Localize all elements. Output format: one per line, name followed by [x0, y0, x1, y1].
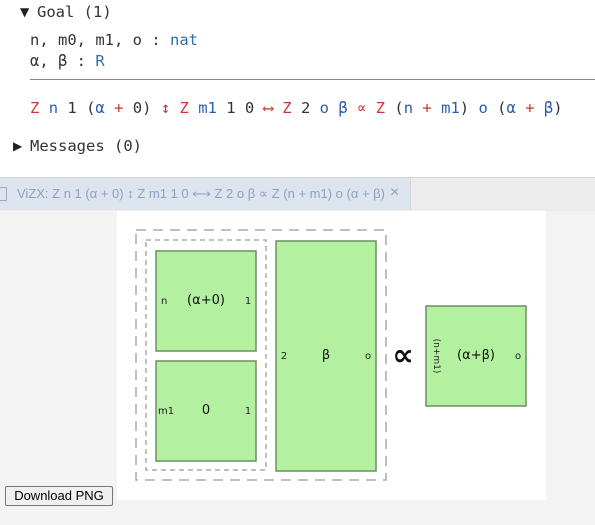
statement-token: )	[459, 99, 470, 117]
statement-token: +	[525, 99, 535, 117]
node-1-output-label: 1	[245, 296, 251, 307]
statement-token: α	[95, 99, 105, 117]
hypothesis-nat: n, m0, m1, o : nat	[30, 30, 198, 50]
statement-token	[535, 99, 544, 117]
statement-token: o	[478, 99, 488, 117]
node-2-output-label: 1	[245, 406, 251, 417]
goal-header[interactable]: Goal (1)	[37, 2, 112, 22]
statement-token	[123, 99, 132, 117]
file-icon	[0, 187, 7, 201]
statement-token	[273, 99, 282, 117]
statement-token	[329, 99, 338, 117]
statement-token: (	[394, 99, 404, 117]
statement-token: ⟷	[263, 99, 273, 117]
proportional-symbol: ∝	[392, 338, 413, 373]
statement-token	[217, 99, 226, 117]
expand-triangle-icon[interactable]: ▶	[13, 139, 22, 153]
statement-token	[189, 99, 198, 117]
node-4-phase: (α+β)	[457, 348, 495, 363]
statement-token	[58, 99, 67, 117]
statement-token: 0	[132, 99, 143, 117]
node-1-input-label: n	[161, 296, 167, 307]
statement-token: o	[319, 99, 329, 117]
hypothesis-names: α, β	[30, 52, 68, 70]
tab-bar: ViZX: Z n 1 (α + 0) ↕ Z m1 1 0 ⟷ Z 2 o β…	[0, 177, 595, 211]
statement-token: )	[553, 99, 563, 117]
statement-token	[151, 99, 160, 117]
download-png-button[interactable]: Download PNG	[5, 486, 113, 506]
statement-token: n	[48, 99, 59, 117]
node-3-phase: β	[322, 348, 330, 363]
diagram-canvas: n (α+0) 1 m1 0 1 2 β o ∝ (n+m1) (α+β) o	[117, 211, 546, 500]
node-2-phase: 0	[202, 403, 210, 418]
statement-token: m1	[198, 99, 217, 117]
statement-token: 1	[67, 99, 77, 117]
messages-header[interactable]: Messages (0)	[30, 136, 142, 156]
node-4-output-label: o	[515, 351, 521, 362]
statement-token: n	[403, 99, 414, 117]
close-icon[interactable]: ×	[390, 184, 399, 202]
statement-token	[488, 99, 497, 117]
statement-token: ↕	[160, 99, 171, 117]
node-3-input-label: 2	[281, 351, 287, 362]
tab-vizx[interactable]: ViZX: Z n 1 (α + 0) ↕ Z m1 1 0 ⟷ Z 2 o β…	[0, 178, 411, 210]
statement-token: β	[543, 99, 554, 117]
statement-token	[432, 99, 441, 117]
statement-token: +	[422, 99, 432, 117]
node-2-input-label: m1	[158, 406, 174, 417]
statement-token: m1	[441, 99, 460, 117]
statement-token: Z	[30, 99, 40, 117]
statement-token	[170, 99, 179, 117]
statement-token	[39, 99, 48, 117]
hypothesis-colon: :	[151, 31, 161, 49]
statement-token	[366, 99, 375, 117]
node-3-output-label: o	[365, 351, 371, 362]
goal-separator	[30, 79, 595, 80]
statement-token: (	[497, 99, 507, 117]
statement-token	[516, 99, 525, 117]
statement-token	[236, 99, 245, 117]
node-4-input-label: (n+m1)	[431, 339, 441, 374]
node-1-phase: (α+0)	[187, 293, 225, 308]
collapse-triangle-icon[interactable]: ▼	[20, 5, 29, 19]
hypothesis-type[interactable]: R	[95, 52, 104, 70]
zx-diagram: n (α+0) 1 m1 0 1 2 β o ∝ (n+m1) (α+β) o	[135, 229, 527, 481]
statement-token: (	[86, 99, 96, 117]
statement-token	[348, 99, 357, 117]
goal-statement[interactable]: Z n 1 (α + 0) ↕ Z m1 1 0 ⟷ Z 2 o β ∝ Z (…	[30, 98, 563, 118]
tab-label[interactable]: ViZX: Z n 1 (α + 0) ↕ Z m1 1 0 ⟷ Z 2 o β…	[17, 186, 385, 202]
hypothesis-type[interactable]: nat	[170, 31, 198, 49]
statement-token: Z	[375, 99, 386, 117]
statement-token	[292, 99, 301, 117]
statement-token: 2	[300, 99, 311, 117]
hypothesis-real: α, β : R	[30, 51, 105, 71]
statement-token: Z	[179, 99, 189, 117]
statement-token: Z	[282, 99, 292, 117]
hypothesis-colon: :	[76, 52, 87, 70]
statement-token: 1	[226, 99, 236, 117]
statement-token: ∝	[357, 99, 367, 117]
statement-token	[77, 99, 86, 117]
statement-token: 0	[244, 99, 255, 117]
statement-token	[105, 99, 114, 117]
statement-token	[385, 99, 394, 117]
goal-panel: ▼ Goal (1) n, m0, m1, o : nat α, β : R Z…	[0, 0, 595, 177]
statement-token: β	[338, 99, 348, 117]
statement-token	[310, 99, 319, 117]
statement-token: α	[506, 99, 516, 117]
hypothesis-names: n, m0, m1, o	[30, 31, 142, 49]
statement-token	[254, 99, 263, 117]
